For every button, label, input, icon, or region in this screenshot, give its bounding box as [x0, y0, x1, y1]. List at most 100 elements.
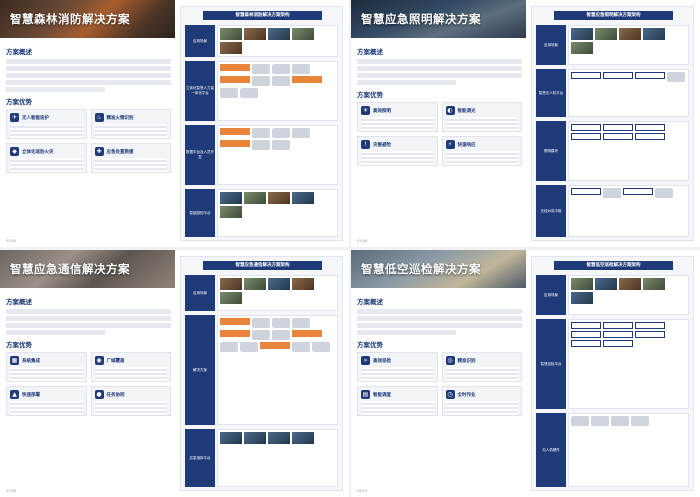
row-label: 智慧巡检平台 [536, 319, 566, 409]
row-body [217, 275, 338, 311]
advantages-heading: 方案优势 [6, 341, 32, 349]
scene-thumb [619, 28, 641, 40]
feature-desc [10, 367, 83, 381]
row-body [217, 429, 338, 487]
advantages-heading: 方案优势 [357, 341, 383, 349]
overview-heading: 方案概述 [357, 48, 383, 56]
device-thumb [252, 140, 270, 150]
arch-row: 照明模块 [536, 121, 689, 181]
scene-thumb [571, 292, 593, 304]
row-label: 应急指挥平台 [185, 429, 215, 487]
arch-title: 智慧应急照明解决方案架构 [554, 11, 673, 20]
row-label: 解决方案 [185, 315, 215, 425]
feature-desc [10, 401, 83, 415]
page-title: 智慧森林消防解决方案 [10, 12, 130, 26]
drone-icon [667, 72, 685, 82]
module-chip [603, 124, 633, 131]
feature-desc [361, 401, 434, 415]
system-icon: ▦ [10, 356, 19, 365]
feature-desc [94, 158, 167, 172]
feature-card: ▦ 系统集成 [6, 352, 87, 382]
shield-icon: ◆ [10, 147, 19, 156]
speed-icon: » [361, 356, 370, 365]
feature-title: 系统集成 [22, 358, 40, 364]
text-line [357, 66, 522, 71]
feature-card: ♨ 精准火情识别 [90, 109, 171, 139]
module-chip [635, 72, 665, 79]
feature-desc [94, 401, 167, 415]
feature-card: ● 任务协同 [90, 386, 171, 416]
module-chip [220, 76, 250, 83]
feature-title: 全时作业 [457, 392, 476, 398]
page-number: 07/08 [6, 489, 17, 493]
feature-grid: ✈ 无人智能巡护 ♨ 精准火情识别 ◆ 立体化巡防火灾 ✚ 应急处置救援 [6, 109, 171, 173]
feature-card: » 高效巡检 [357, 352, 438, 382]
page-low-altitude-patrol: 智慧低空巡检解决方案 方案概述 方案优势 » 高效巡检 ◎ 精准识别 ▤ 智能调度 [351, 250, 700, 497]
feature-card: ▤ 智能调度 [357, 386, 438, 416]
drone-icon [591, 416, 609, 426]
text-line [6, 87, 105, 92]
device-thumb [252, 318, 270, 328]
feature-card: ▲ 快速部署 [6, 386, 87, 416]
drone-icon: ✈ [10, 113, 19, 122]
feature-desc [445, 401, 518, 415]
module-chip [220, 140, 250, 147]
device-thumb [292, 342, 310, 352]
text-line [357, 330, 456, 335]
module-chip [603, 133, 633, 140]
device-thumb [312, 342, 330, 352]
feature-card: ⚡ 快速响应 [441, 136, 522, 166]
text-line [6, 59, 171, 64]
scene-thumb [244, 278, 266, 290]
module-chip [571, 331, 601, 338]
module-chip [635, 331, 665, 338]
bolt-icon: ⚡ [445, 140, 455, 149]
scene-thumb [292, 278, 314, 290]
row-body [568, 69, 689, 117]
scene-thumb [571, 28, 593, 40]
scene-thumb [292, 432, 314, 444]
row-label: 应用场景 [536, 25, 566, 65]
device-thumb [272, 140, 290, 150]
scene-thumb [595, 278, 617, 290]
device-thumb [252, 128, 270, 138]
module-chip [571, 124, 601, 131]
hero-banner: 智慧低空巡检解决方案 [351, 250, 526, 288]
dimmer-icon: ◐ [445, 106, 455, 115]
feature-card: ◎ 精准识别 [441, 352, 522, 382]
row-body [217, 315, 338, 425]
module-chip [571, 188, 601, 195]
text-line [6, 330, 105, 335]
module-chip [571, 340, 601, 347]
scene-thumb [643, 28, 665, 40]
page-title: 智慧低空巡检解决方案 [361, 262, 481, 276]
module-chip [220, 330, 250, 337]
arch-title: 智慧应急通信解决方案架构 [203, 261, 322, 270]
feature-desc [94, 367, 167, 381]
text-line [6, 73, 171, 78]
feature-desc [361, 117, 434, 131]
advantages-heading: 方案优势 [357, 91, 383, 99]
page-emergency-lighting: 智慧应急照明解决方案 方案概述 方案优势 ☀ 高效照明 ◐ 智能调光 ! 灾害避险 [351, 0, 700, 247]
row-label: 应用场景 [185, 275, 215, 311]
page-title: 智慧应急照明解决方案 [361, 12, 481, 26]
module-chip [292, 76, 322, 83]
feature-grid: ☀ 高效照明 ◐ 智能调光 ! 灾害避险 ⚡ 快速响应 [357, 102, 522, 166]
feature-card: ✚ 应急处置救援 [90, 143, 171, 173]
row-label: 立体化智慧人力量一体化平台 [185, 61, 215, 121]
feature-title: 快速部署 [22, 392, 40, 398]
scene-thumb [268, 432, 290, 444]
row-body [217, 125, 338, 185]
page-title: 智慧应急通信解决方案 [10, 262, 130, 276]
page-emergency-comms: 智慧应急通信解决方案 方案概述 方案优势 ▦ 系统集成 ◉ 广域覆盖 ▲ 快速部署 [0, 250, 349, 497]
row-label: 应用场景 [536, 275, 566, 315]
row-body [568, 319, 689, 409]
text-line [6, 309, 171, 314]
scene-thumb [268, 278, 290, 290]
module-chip [571, 133, 601, 140]
feature-desc [445, 117, 518, 131]
device-thumb [272, 64, 290, 74]
device-thumb [272, 330, 290, 340]
device-thumb [220, 342, 238, 352]
light-icon: ☀ [361, 106, 370, 115]
